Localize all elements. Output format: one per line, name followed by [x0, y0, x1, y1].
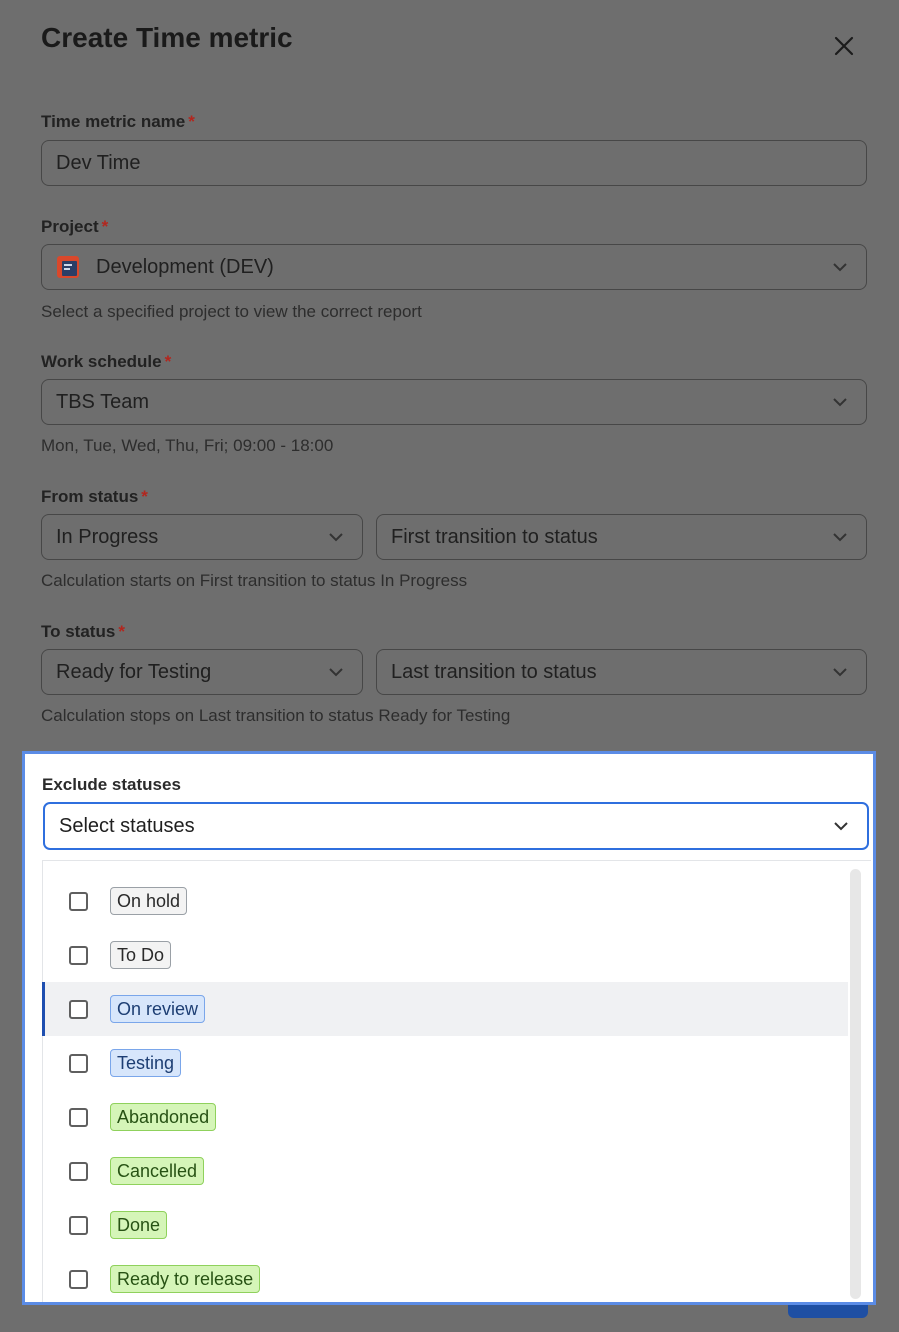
- from-status-select[interactable]: In Progress: [41, 514, 363, 560]
- to-status-value: Ready for Testing: [56, 660, 212, 683]
- project-select[interactable]: Development (DEV): [41, 244, 867, 290]
- from-transition-select[interactable]: First transition to status: [376, 514, 867, 560]
- metric-name-label: Time metric name *: [41, 112, 195, 131]
- exclude-statuses-label: Exclude statuses: [42, 775, 181, 794]
- chevron-down-icon: [833, 398, 847, 407]
- schedule-value: TBS Team: [56, 390, 149, 413]
- to-status-hint: Calculation stops on Last transition to …: [41, 706, 511, 725]
- checkbox[interactable]: [69, 891, 88, 911]
- required-mark: *: [101, 217, 109, 236]
- metric-name-field[interactable]: [41, 140, 867, 186]
- status-option-to-do[interactable]: To Do: [43, 928, 848, 982]
- options-scrollbar[interactable]: [850, 869, 861, 1299]
- checkbox[interactable]: [69, 945, 88, 965]
- to-status-label: To status *: [41, 622, 125, 641]
- status-option-ready-to-release[interactable]: Ready to release: [43, 1252, 848, 1302]
- status-option-on-hold[interactable]: On hold: [43, 874, 848, 928]
- status-lozenge: On hold: [110, 887, 188, 915]
- chevron-down-icon: [329, 668, 343, 677]
- required-mark: *: [141, 487, 148, 506]
- from-status-value: In Progress: [56, 525, 159, 548]
- checkbox[interactable]: [69, 1161, 88, 1181]
- status-option-on-review[interactable]: On review: [42, 982, 848, 1036]
- chevron-down-icon: [833, 668, 847, 677]
- chevron-down-icon: [833, 263, 847, 272]
- project-hint: Select a specified project to view the c…: [41, 302, 422, 321]
- schedule-label: Work schedule *: [41, 352, 172, 371]
- exclude-statuses-select[interactable]: Select statuses: [43, 802, 869, 850]
- schedule-hint: Mon, Tue, Wed, Thu, Fri; 09:00 - 18:00: [41, 436, 334, 455]
- status-lozenge: To Do: [110, 941, 172, 969]
- status-lozenge: Testing: [110, 1049, 182, 1077]
- required-mark: *: [188, 112, 195, 131]
- status-option-done[interactable]: Done: [43, 1198, 848, 1252]
- status-options-list: On hold To Do On review Testing Abandone…: [42, 860, 871, 1302]
- exclude-statuses-panel: Exclude statuses Select statuses On hold…: [22, 751, 876, 1305]
- checkbox[interactable]: [69, 1215, 88, 1235]
- to-transition-value: Last transition to status: [391, 660, 597, 683]
- status-option-cancelled[interactable]: Cancelled: [43, 1144, 848, 1198]
- schedule-select[interactable]: TBS Team: [41, 379, 867, 425]
- status-lozenge: On review: [110, 995, 206, 1023]
- status-lozenge: Done: [110, 1211, 168, 1239]
- chevron-down-icon: [834, 822, 848, 831]
- metric-name-input[interactable]: [56, 151, 866, 175]
- status-lozenge: Cancelled: [110, 1157, 205, 1185]
- status-option-abandoned[interactable]: Abandoned: [43, 1090, 848, 1144]
- required-mark: *: [118, 622, 125, 641]
- close-icon[interactable]: [828, 30, 860, 62]
- status-lozenge: Abandoned: [110, 1103, 217, 1131]
- checkbox[interactable]: [69, 1269, 88, 1289]
- exclude-statuses-placeholder: Select statuses: [59, 814, 195, 837]
- required-mark: *: [164, 352, 172, 371]
- dialog-title: Create Time metric: [41, 22, 293, 53]
- project-label: Project *: [41, 217, 109, 236]
- to-transition-select[interactable]: Last transition to status: [376, 649, 867, 695]
- chevron-down-icon: [833, 533, 847, 542]
- checkbox[interactable]: [69, 999, 88, 1019]
- project-value: Development (DEV): [96, 255, 274, 278]
- from-status-label: From status *: [41, 487, 148, 506]
- checkbox[interactable]: [69, 1053, 88, 1073]
- to-status-select[interactable]: Ready for Testing: [41, 649, 363, 695]
- status-option-testing[interactable]: Testing: [43, 1036, 848, 1090]
- from-status-hint: Calculation starts on First transition t…: [41, 571, 468, 590]
- project-icon: [57, 256, 79, 278]
- status-lozenge: Ready to release: [110, 1265, 261, 1293]
- chevron-down-icon: [329, 533, 343, 542]
- from-transition-value: First transition to status: [391, 525, 598, 548]
- checkbox[interactable]: [69, 1107, 88, 1127]
